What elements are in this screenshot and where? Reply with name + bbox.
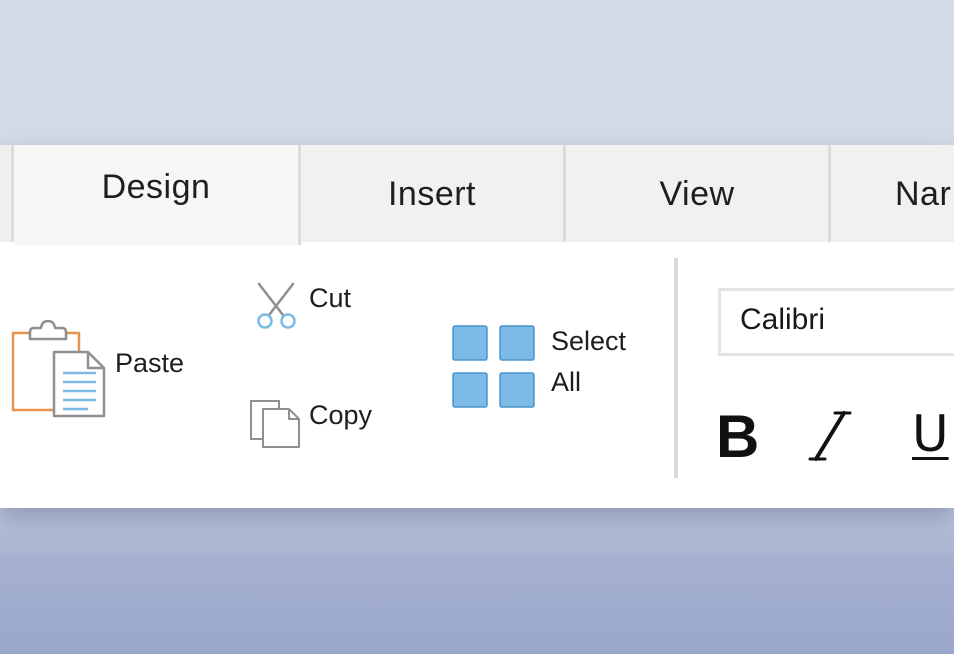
- select-all-label-line1: Select: [551, 326, 627, 356]
- copy-icon: [250, 400, 300, 448]
- paste-button[interactable]: Paste: [8, 320, 198, 425]
- tab-label: View: [659, 175, 735, 213]
- cut-label: Cut: [309, 283, 352, 313]
- bold-button[interactable]: B: [716, 404, 759, 470]
- cut-button[interactable]: Cut: [254, 282, 374, 336]
- tab-strip: Design Insert View Nar: [0, 145, 954, 245]
- ribbon-body: Paste Cut Copy Select All Calibri B U: [0, 242, 954, 508]
- scissors-icon: [257, 282, 296, 329]
- group-divider: [674, 258, 678, 478]
- select-all-button[interactable]: Select All: [451, 324, 641, 410]
- clipboard-paste-icon: [11, 320, 106, 418]
- paste-label: Paste: [115, 348, 185, 378]
- select-all-label-line2: All: [551, 367, 582, 397]
- tab-label: Design: [101, 168, 211, 206]
- tab-previous-partial[interactable]: [0, 145, 14, 242]
- tab-design[interactable]: Design: [14, 145, 301, 245]
- italic-button[interactable]: [808, 410, 852, 467]
- underline-button[interactable]: U: [912, 404, 949, 464]
- font-family-input[interactable]: Calibri: [718, 288, 954, 356]
- select-all-grid-icon: [452, 325, 535, 408]
- ribbon: Design Insert View Nar Paste Cut Copy Se…: [0, 145, 954, 508]
- tab-label: Nar: [895, 175, 952, 213]
- tab-partial-next[interactable]: Nar: [831, 145, 954, 242]
- tab-label: Insert: [387, 175, 477, 213]
- tab-view[interactable]: View: [566, 145, 831, 242]
- copy-button[interactable]: Copy: [249, 399, 389, 455]
- tab-insert[interactable]: Insert: [301, 145, 566, 242]
- italic-icon: [808, 411, 852, 461]
- copy-label: Copy: [309, 400, 373, 430]
